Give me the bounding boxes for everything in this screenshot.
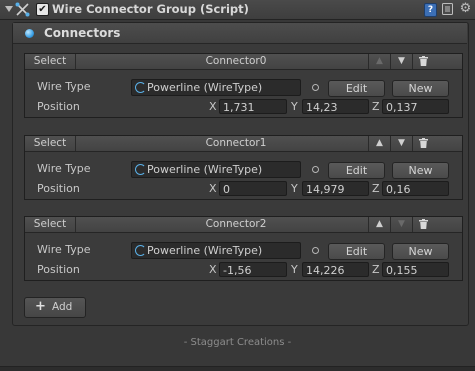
position-y-field[interactable]: 14,226 (302, 262, 369, 277)
z-axis-label: Z (372, 263, 380, 276)
object-picker-icon[interactable] (312, 166, 319, 173)
object-picker-icon[interactable] (312, 84, 319, 91)
foldout-arrow-icon[interactable] (5, 6, 13, 12)
trash-icon (419, 138, 428, 148)
move-up-button[interactable]: ▲ (368, 54, 390, 69)
x-axis-label: X (209, 100, 217, 113)
y-axis-label: Y (291, 100, 298, 113)
section-bullet-icon (25, 29, 34, 38)
wire-type-object-icon (135, 82, 146, 93)
position-x-field[interactable]: 0 (219, 181, 287, 196)
wire-type-value: Powerline (WireType) (147, 163, 263, 176)
wire-type-label: Wire Type (37, 243, 91, 256)
y-axis-label: Y (291, 263, 298, 276)
position-label: Position (37, 100, 80, 113)
connector-name: Connector1 (205, 137, 267, 149)
delete-button[interactable] (412, 217, 435, 232)
help-icon[interactable]: ? (424, 3, 437, 17)
enable-checkbox[interactable]: ✔ (36, 3, 49, 16)
plus-icon: + (35, 299, 46, 314)
position-z-field[interactable]: 0,155 (382, 262, 449, 277)
wire-type-object-icon (135, 164, 146, 175)
edit-button[interactable]: Edit (328, 80, 385, 97)
position-x-field[interactable]: -1,56 (219, 262, 287, 277)
bottom-divider (0, 366, 475, 371)
y-axis-label: Y (291, 182, 298, 195)
edit-button[interactable]: Edit (328, 243, 385, 260)
z-axis-label: Z (372, 182, 380, 195)
move-up-button[interactable]: ▲ (368, 136, 390, 151)
edit-button[interactable]: Edit (328, 162, 385, 179)
connector-name: Connector0 (205, 55, 267, 67)
wire-type-label: Wire Type (37, 162, 91, 175)
position-z-field[interactable]: 0,137 (382, 99, 449, 114)
select-button[interactable]: Select (25, 54, 76, 69)
position-label: Position (37, 263, 80, 276)
connector-card: Select Connector1 ▲ ▼ Wire Type Powerlin… (24, 135, 463, 200)
new-button[interactable]: New (392, 243, 449, 260)
position-y-field[interactable]: 14,979 (302, 181, 369, 196)
x-axis-label: X (209, 263, 217, 276)
wire-type-field[interactable]: Powerline (WireType) (131, 79, 301, 96)
select-button[interactable]: Select (25, 136, 76, 151)
position-label: Position (37, 182, 80, 195)
wire-type-object-icon (135, 245, 146, 256)
connector-card: Select Connector2 ▲ ▼ Wire Type Powerlin… (24, 216, 463, 281)
component-title: Wire Connector Group (Script) (52, 2, 249, 16)
x-axis-label: X (209, 182, 217, 195)
add-connector-button[interactable]: + Add (24, 297, 86, 318)
wire-type-field[interactable]: Powerline (WireType) (131, 242, 301, 259)
select-button[interactable]: Select (25, 217, 76, 232)
move-down-button[interactable]: ▼ (390, 217, 412, 232)
trash-icon (419, 219, 428, 229)
new-button[interactable]: New (392, 80, 449, 97)
section-title: Connectors (44, 26, 121, 40)
wire-type-value: Powerline (WireType) (147, 244, 263, 257)
add-label: Add (52, 301, 73, 313)
position-x-field[interactable]: 1,731 (219, 99, 287, 114)
preset-icon[interactable] (442, 3, 453, 15)
connector-card: Select Connector0 ▲ ▼ Wire Type Powerlin… (24, 53, 463, 118)
move-down-button[interactable]: ▼ (390, 136, 412, 151)
delete-button[interactable] (412, 136, 435, 151)
new-button[interactable]: New (392, 162, 449, 179)
object-picker-icon[interactable] (312, 247, 319, 254)
wire-type-value: Powerline (WireType) (147, 81, 263, 94)
wire-type-label: Wire Type (37, 80, 91, 93)
z-axis-label: Z (372, 100, 380, 113)
wire-type-field[interactable]: Powerline (WireType) (131, 161, 301, 178)
position-z-field[interactable]: 0,16 (382, 181, 449, 196)
move-up-button[interactable]: ▲ (368, 217, 390, 232)
trash-icon (419, 56, 428, 66)
footer-credit: - Staggart Creations - (183, 337, 292, 348)
delete-button[interactable] (412, 54, 435, 69)
move-down-button[interactable]: ▼ (390, 54, 412, 69)
script-component-icon (15, 2, 30, 17)
gear-icon[interactable]: ⚙ (459, 2, 472, 16)
connector-name: Connector2 (205, 218, 267, 230)
position-y-field[interactable]: 14,23 (302, 99, 369, 114)
